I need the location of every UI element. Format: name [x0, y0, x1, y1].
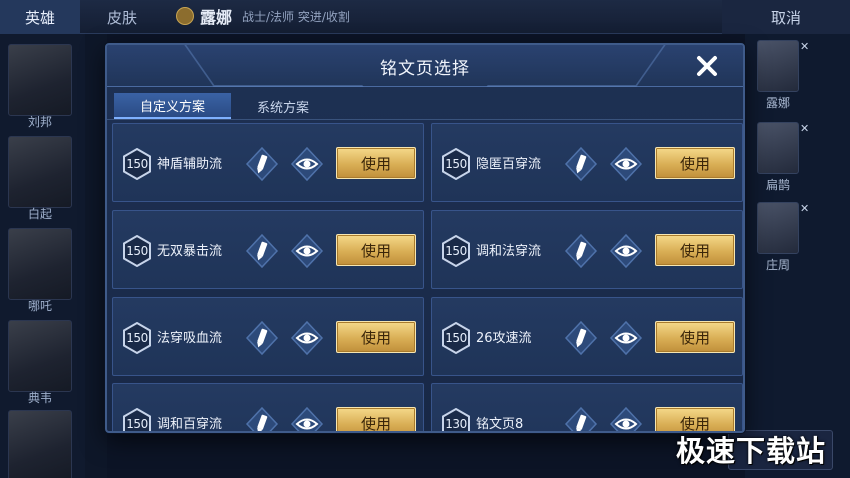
use-button[interactable]: 使用: [655, 147, 735, 179]
plan-level: 150: [445, 331, 467, 345]
tab-system-plans[interactable]: 系统方案: [231, 93, 335, 119]
edit-pencil-icon[interactable]: [564, 146, 598, 182]
close-icon: [697, 56, 717, 76]
plan-card: 150 无双暴击流 使用: [112, 210, 424, 289]
cancel-button[interactable]: 取消: [722, 0, 850, 34]
edit-pencil-icon[interactable]: [564, 320, 598, 356]
use-button[interactable]: 使用: [336, 234, 416, 266]
plan-card: 150 26攻速流 使用: [431, 297, 743, 376]
plan-level: 150: [126, 157, 148, 171]
edit-pencil-icon[interactable]: [245, 320, 279, 356]
plan-name: 铭文页8: [476, 417, 524, 432]
plan-level: 130: [445, 417, 467, 431]
team-hero-portrait-zhuangzhou[interactable]: [757, 202, 799, 254]
use-button[interactable]: 使用: [336, 321, 416, 353]
plan-name: 神盾辅助流: [157, 157, 223, 172]
use-button[interactable]: 使用: [336, 147, 416, 179]
remove-icon[interactable]: ✕: [800, 122, 809, 135]
rune-page-dialog: 铭文页选择 自定义方案 系统方案 150 神盾辅助流 使用 150 隐匿百穿流 …: [105, 43, 745, 433]
remove-icon[interactable]: ✕: [800, 40, 809, 53]
edit-pencil-icon[interactable]: [564, 406, 598, 433]
plan-name: 26攻速流: [476, 331, 532, 346]
team-hero-portrait-bianque[interactable]: [757, 122, 799, 174]
plan-level: 150: [126, 331, 148, 345]
team-hero-label: 露娜: [765, 96, 790, 110]
plan-card: 150 隐匿百穿流 使用: [431, 123, 743, 202]
plan-card: 150 神盾辅助流 使用: [112, 123, 424, 202]
hero-portrait-liubang[interactable]: [8, 44, 72, 116]
hero-label: 典韦: [27, 391, 52, 405]
use-button[interactable]: 使用: [655, 234, 735, 266]
hero-label: 刘邦: [27, 115, 52, 129]
view-eye-icon[interactable]: [609, 320, 643, 356]
hero-name: 露娜: [200, 8, 233, 27]
plan-card: 150 调和法穿流 使用: [431, 210, 743, 289]
tab-skins[interactable]: 皮肤: [82, 0, 162, 34]
plan-level: 150: [126, 244, 148, 258]
view-eye-icon[interactable]: [290, 406, 324, 433]
edit-pencil-icon[interactable]: [245, 406, 279, 433]
hero-list-edge: [85, 34, 107, 478]
plan-name: 调和百穿流: [157, 417, 223, 432]
tab-custom-plans[interactable]: 自定义方案: [114, 93, 232, 119]
plan-name: 无双暴击流: [157, 244, 223, 259]
view-eye-icon[interactable]: [609, 146, 643, 182]
use-button[interactable]: 使用: [655, 321, 735, 353]
hero-portrait-baiqi[interactable]: [8, 136, 72, 208]
team-hero-label: 庄周: [765, 258, 790, 272]
hero-portrait-dianwei[interactable]: [8, 320, 72, 392]
selected-hero: 露娜 战士/法师 突进/收割: [176, 4, 350, 28]
edit-pencil-icon[interactable]: [564, 233, 598, 269]
plan-card: 130 铭文页8 使用: [431, 383, 743, 433]
remove-icon[interactable]: ✕: [800, 202, 809, 215]
feather-icon: [176, 7, 194, 25]
team-hero-portrait-luna[interactable]: [757, 40, 799, 92]
hero-label: 白起: [27, 207, 52, 221]
view-eye-icon[interactable]: [290, 320, 324, 356]
view-eye-icon[interactable]: [290, 146, 324, 182]
hero-label: 哪吒: [27, 299, 52, 313]
tabs-divider: [107, 119, 743, 120]
plan-name: 法穿吸血流: [157, 331, 223, 346]
view-eye-icon[interactable]: [290, 233, 324, 269]
dialog-title: 铭文页选择: [380, 58, 470, 79]
plan-name: 调和法穿流: [476, 244, 542, 259]
tab-heroes[interactable]: 英雄: [0, 0, 80, 34]
plan-level: 150: [445, 244, 467, 258]
watermark: 极速下载站: [676, 434, 827, 468]
plan-tabs: 自定义方案 系统方案: [114, 93, 335, 119]
edit-pencil-icon[interactable]: [245, 146, 279, 182]
plan-card: 150 调和百穿流 使用: [112, 383, 424, 433]
hero-portrait[interactable]: [8, 410, 72, 478]
use-button[interactable]: 使用: [336, 407, 416, 431]
plan-card: 150 法穿吸血流 使用: [112, 297, 424, 376]
view-eye-icon[interactable]: [609, 233, 643, 269]
view-eye-icon[interactable]: [609, 406, 643, 433]
plan-level: 150: [445, 157, 467, 171]
close-button[interactable]: [693, 52, 721, 80]
hero-roles: 战士/法师 突进/收割: [242, 9, 350, 24]
edit-pencil-icon[interactable]: [245, 233, 279, 269]
team-hero-label: 扁鹊: [765, 178, 790, 192]
hero-portrait-nezha[interactable]: [8, 228, 72, 300]
plan-level: 150: [126, 417, 148, 431]
dialog-header: 铭文页选择: [107, 45, 743, 87]
plan-name: 隐匿百穿流: [476, 157, 542, 172]
